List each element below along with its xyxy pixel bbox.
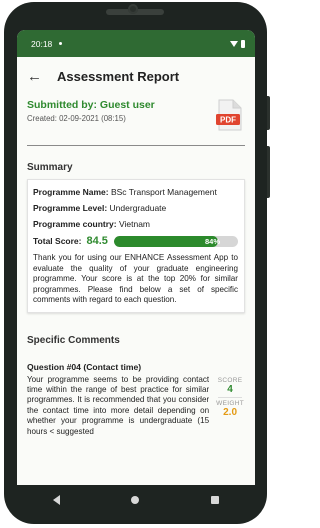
programme-country-row: Programme country: Vietnam bbox=[33, 219, 238, 230]
notification-dot-icon bbox=[59, 42, 63, 45]
pdf-label: PDF bbox=[220, 116, 236, 125]
score-divider bbox=[218, 396, 242, 398]
programme-name-row: Programme Name: BSc Transport Management bbox=[33, 187, 238, 198]
programme-level-row: Programme Level: Undergraduate bbox=[33, 203, 238, 214]
weight-value: 2.0 bbox=[223, 406, 238, 418]
question-score-panel: SCORE 4 WEIGHT 2.0 bbox=[215, 377, 245, 449]
score-label: SCORE bbox=[217, 376, 243, 384]
system-nav-bar bbox=[17, 485, 255, 515]
app-bar: ← Assessment Report bbox=[17, 57, 255, 95]
pdf-download-icon[interactable]: PDF bbox=[215, 99, 243, 131]
wifi-icon bbox=[230, 40, 238, 47]
programme-level-label: Programme Level: bbox=[33, 203, 108, 213]
power-button bbox=[267, 146, 270, 198]
score-progress-fill bbox=[113, 235, 219, 247]
page-title: Assessment Report bbox=[57, 68, 180, 84]
submission-info: Submitted by: Guest user Created: 02-09-… bbox=[27, 95, 245, 139]
programme-level-value: Undergraduate bbox=[109, 203, 167, 213]
status-bar: 20:18 bbox=[17, 30, 255, 57]
score-progress-text: 84% bbox=[204, 236, 220, 246]
total-score-row: Total Score: 84.5 84% bbox=[33, 235, 238, 247]
score-value: 4 bbox=[227, 383, 233, 395]
report-content: Submitted by: Guest user Created: 02-09-… bbox=[17, 95, 255, 449]
total-score-label: Total Score: bbox=[33, 236, 82, 246]
question-item: Your programme seems to be providing con… bbox=[27, 375, 245, 449]
score-progress-bar: 84% bbox=[113, 235, 238, 247]
programme-country-value: Vietnam bbox=[118, 219, 151, 229]
question-comment: Your programme seems to be providing con… bbox=[27, 374, 210, 436]
nav-back-icon[interactable] bbox=[52, 495, 60, 505]
programme-country-label: Programme country: bbox=[33, 219, 117, 229]
created-date: Created: 02-09-2021 (08:15) bbox=[27, 114, 126, 123]
divider bbox=[27, 145, 245, 146]
question-title: Question #04 (Contact time) bbox=[27, 361, 142, 372]
programme-name-value: BSc Transport Management bbox=[110, 187, 217, 197]
submitted-by: Submitted by: Guest user bbox=[27, 99, 155, 111]
summary-message: Thank you for using our ENHANCE Assessme… bbox=[33, 253, 238, 304]
status-time: 20:18 bbox=[31, 38, 53, 49]
nav-home-icon[interactable] bbox=[131, 496, 140, 504]
summary-heading: Summary bbox=[27, 162, 73, 173]
front-camera bbox=[128, 4, 138, 14]
nav-recents-icon[interactable] bbox=[211, 496, 220, 504]
back-arrow-icon[interactable]: ← bbox=[27, 68, 49, 85]
volume-button bbox=[267, 96, 270, 130]
battery-icon bbox=[241, 39, 245, 48]
summary-card: Programme Name: BSc Transport Management… bbox=[27, 179, 245, 313]
programme-name-label: Programme Name: bbox=[33, 187, 109, 197]
total-score-value: 84.5 bbox=[86, 235, 108, 247]
app-screen: 20:18 ← Assessment Report Submitted by: … bbox=[17, 30, 255, 496]
weight-label: WEIGHT bbox=[216, 399, 244, 407]
specific-comments-heading: Specific Comments bbox=[27, 334, 120, 346]
